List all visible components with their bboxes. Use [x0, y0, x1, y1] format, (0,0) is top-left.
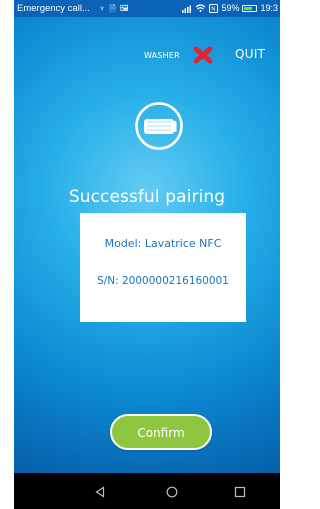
phone-screen: Emergency call... ♆ 🗎 🖼 N 59% 19:3 WASHE…: [14, 0, 280, 509]
confirm-button[interactable]: Confirm: [110, 414, 212, 450]
pairing-screen: WASHER QUIT Successful pairing Model: La…: [14, 17, 280, 473]
washer-icon: [135, 102, 183, 150]
serial-number-text: S/N: 2000000216160001: [97, 275, 229, 287]
signal-icon: [182, 5, 192, 13]
battery-fill: [244, 7, 253, 10]
android-navigation-bar: [14, 473, 280, 509]
page-title: Successful pairing: [68, 187, 226, 207]
status-right-group: N 59% 19:3: [182, 0, 278, 17]
close-icon[interactable]: [192, 44, 214, 66]
status-notification-text: Emergency call...: [17, 3, 90, 14]
nfc-icon: N: [209, 4, 219, 13]
quit-button[interactable]: QUIT: [235, 47, 265, 61]
status-time: 19:3: [260, 3, 278, 13]
home-icon[interactable]: [166, 486, 178, 498]
top-actions: WASHER QUIT: [14, 17, 280, 64]
status-bar: Emergency call... ♆ 🗎 🖼 N 59% 19:3: [14, 0, 280, 17]
status-mini-icons: ♆ 🗎 🖼: [99, 4, 130, 13]
svg-text:N: N: [212, 7, 216, 13]
device-info-card: Model: Lavatrice NFC S/N: 20000002161600…: [80, 213, 246, 322]
recents-icon[interactable]: [234, 486, 246, 498]
model-text: Model: Lavatrice NFC: [104, 237, 222, 250]
back-icon[interactable]: [94, 486, 106, 498]
washer-tab[interactable]: WASHER: [144, 51, 180, 60]
battery-percent: 59%: [221, 3, 240, 13]
battery-icon: [242, 5, 258, 12]
wifi-icon: [196, 4, 206, 12]
